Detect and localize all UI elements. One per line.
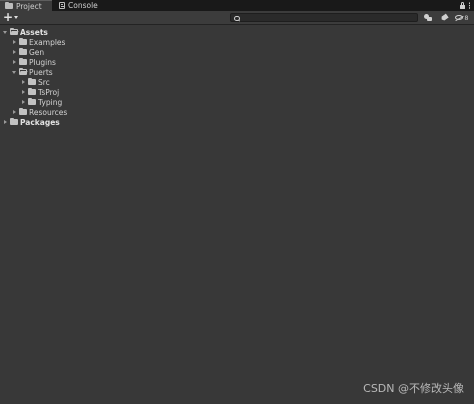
tree-item-assets[interactable]: Assets — [0, 27, 474, 37]
folder-icon — [28, 87, 36, 95]
tree-item-label: Puerts — [29, 67, 53, 77]
tree-item-puerts[interactable]: Puerts — [0, 67, 474, 77]
hidden-count: 8 — [464, 13, 469, 22]
tree-item-label: Plugins — [29, 57, 56, 67]
search-input[interactable] — [241, 14, 411, 21]
eye-slash-icon — [455, 15, 464, 20]
plus-icon: + — [3, 10, 14, 24]
tab-bar: Project Console — [0, 0, 474, 11]
watermark: CSDN @不修改头像 — [363, 382, 464, 395]
tree-item-label: Gen — [29, 47, 45, 57]
tree-item-label: Src — [38, 77, 50, 87]
folder-icon — [10, 117, 18, 125]
filter-by-label-button[interactable] — [437, 12, 451, 23]
tab-console-label: Console — [68, 1, 98, 10]
tree-item-label: Typing — [38, 97, 63, 107]
folder-icon — [19, 107, 27, 115]
kebab-menu-icon[interactable] — [468, 2, 470, 9]
tree-item-gen[interactable]: Gen — [0, 47, 474, 57]
hidden-packages-toggle[interactable]: 8 — [452, 12, 472, 23]
folder-open-icon — [10, 27, 18, 35]
expand-arrow-right-icon[interactable] — [2, 117, 9, 127]
tree-item-label: Packages — [20, 117, 60, 127]
expand-arrow-right-icon[interactable] — [20, 97, 27, 107]
expand-arrow-right-icon[interactable] — [20, 87, 27, 97]
filter-by-type-icon — [424, 14, 432, 21]
tree-item-tsproj[interactable]: TsProj — [0, 87, 474, 97]
expand-arrow-down-icon[interactable] — [11, 67, 18, 77]
folder-icon — [5, 1, 13, 9]
folder-icon — [19, 37, 27, 45]
add-button[interactable]: + — [3, 10, 21, 24]
tree-item-resources[interactable]: Resources — [0, 107, 474, 117]
tree-item-label: Resources — [29, 107, 68, 117]
toolbar: + 8 — [0, 11, 474, 25]
tree-item-packages[interactable]: Packages — [0, 117, 474, 127]
tree-item-typing[interactable]: Typing — [0, 97, 474, 107]
expand-arrow-right-icon[interactable] — [20, 77, 27, 87]
expand-arrow-right-icon[interactable] — [11, 107, 18, 117]
project-window: Project Console + 8 Assets Examples Gen … — [0, 0, 474, 404]
folder-icon — [19, 57, 27, 65]
chevron-down-icon — [14, 16, 19, 19]
project-tree: Assets Examples Gen Plugins Puerts Src TsProj T… — [0, 27, 474, 127]
window-buttons — [459, 0, 470, 11]
folder-icon — [19, 47, 27, 55]
tab-console[interactable]: Console — [54, 0, 104, 11]
folder-icon — [28, 97, 36, 105]
tree-item-plugins[interactable]: Plugins — [0, 57, 474, 67]
console-icon — [59, 2, 65, 9]
search-field[interactable] — [230, 13, 418, 22]
lock-icon[interactable] — [459, 1, 465, 9]
filter-by-label-icon — [440, 13, 449, 21]
tree-item-src[interactable]: Src — [0, 77, 474, 87]
tree-item-label: Examples — [29, 37, 66, 47]
expand-arrow-right-icon[interactable] — [11, 57, 18, 67]
expand-arrow-right-icon[interactable] — [11, 47, 18, 57]
folder-icon — [28, 77, 36, 85]
filter-by-type-button[interactable] — [421, 12, 435, 23]
expand-arrow-down-icon[interactable] — [2, 27, 9, 37]
expand-arrow-right-icon[interactable] — [11, 37, 18, 47]
tree-item-examples[interactable]: Examples — [0, 37, 474, 47]
tree-item-label: Assets — [20, 27, 48, 37]
tree-item-label: TsProj — [38, 87, 60, 97]
folder-open-icon — [19, 67, 27, 75]
search-icon — [234, 15, 240, 21]
tab-project-label: Project — [16, 1, 42, 11]
